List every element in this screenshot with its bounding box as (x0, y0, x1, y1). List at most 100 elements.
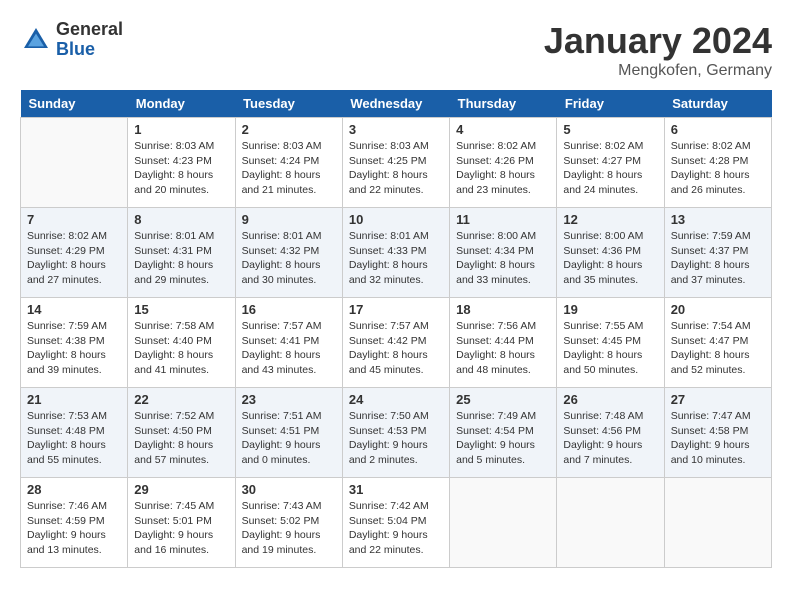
calendar-cell: 24 Sunrise: 7:50 AM Sunset: 4:53 PM Dayli… (342, 388, 449, 478)
cell-info: Sunrise: 7:57 AM Sunset: 4:41 PM Dayligh… (242, 319, 336, 378)
day-number: 21 (27, 392, 121, 407)
day-number: 23 (242, 392, 336, 407)
cell-info: Sunrise: 7:49 AM Sunset: 4:54 PM Dayligh… (456, 409, 550, 468)
cell-info: Sunrise: 7:43 AM Sunset: 5:02 PM Dayligh… (242, 499, 336, 558)
col-header-sunday: Sunday (21, 90, 128, 118)
cell-info: Sunrise: 7:50 AM Sunset: 4:53 PM Dayligh… (349, 409, 443, 468)
day-number: 13 (671, 212, 765, 227)
cell-info: Sunrise: 8:00 AM Sunset: 4:36 PM Dayligh… (563, 229, 657, 288)
day-number: 25 (456, 392, 550, 407)
day-number: 12 (563, 212, 657, 227)
day-number: 19 (563, 302, 657, 317)
logo-icon (20, 24, 52, 56)
col-header-tuesday: Tuesday (235, 90, 342, 118)
calendar-week-row: 7 Sunrise: 8:02 AM Sunset: 4:29 PM Daylig… (21, 208, 772, 298)
day-number: 15 (134, 302, 228, 317)
day-number: 6 (671, 122, 765, 137)
cell-info: Sunrise: 7:54 AM Sunset: 4:47 PM Dayligh… (671, 319, 765, 378)
calendar-cell: 11 Sunrise: 8:00 AM Sunset: 4:34 PM Dayli… (450, 208, 557, 298)
day-number: 16 (242, 302, 336, 317)
calendar-cell: 9Sunrise: 8:01 AM Sunset: 4:32 PM Daylig… (235, 208, 342, 298)
calendar-cell: 27Sunrise: 7:47 AM Sunset: 4:58 PM Dayli… (664, 388, 771, 478)
calendar-cell: 7 Sunrise: 8:02 AM Sunset: 4:29 PM Daylig… (21, 208, 128, 298)
calendar-cell: 21Sunrise: 7:53 AM Sunset: 4:48 PM Dayli… (21, 388, 128, 478)
page-header: General Blue January 2024 Mengkofen, Ger… (20, 20, 772, 80)
calendar-cell: 29Sunrise: 7:45 AM Sunset: 5:01 PM Dayli… (128, 478, 235, 568)
cell-info: Sunrise: 7:46 AM Sunset: 4:59 PM Dayligh… (27, 499, 121, 558)
cell-info: Sunrise: 7:55 AM Sunset: 4:45 PM Dayligh… (563, 319, 657, 378)
cell-info: Sunrise: 7:57 AM Sunset: 4:42 PM Dayligh… (349, 319, 443, 378)
cell-info: Sunrise: 8:00 AM Sunset: 4:34 PM Dayligh… (456, 229, 550, 288)
cell-info: Sunrise: 8:01 AM Sunset: 4:31 PM Dayligh… (134, 229, 228, 288)
calendar-cell: 4 Sunrise: 8:02 AM Sunset: 4:26 PM Daylig… (450, 118, 557, 208)
cell-info: Sunrise: 7:48 AM Sunset: 4:56 PM Dayligh… (563, 409, 657, 468)
logo: General Blue (20, 20, 123, 60)
day-number: 26 (563, 392, 657, 407)
day-number: 24 (349, 392, 443, 407)
calendar-cell (450, 478, 557, 568)
cell-info: Sunrise: 7:42 AM Sunset: 5:04 PM Dayligh… (349, 499, 443, 558)
month-title: January 2024 (544, 20, 772, 62)
calendar-cell: 8 Sunrise: 8:01 AM Sunset: 4:31 PM Daylig… (128, 208, 235, 298)
day-number: 20 (671, 302, 765, 317)
day-number: 29 (134, 482, 228, 497)
day-number: 27 (671, 392, 765, 407)
col-header-thursday: Thursday (450, 90, 557, 118)
cell-info: Sunrise: 8:01 AM Sunset: 4:33 PM Dayligh… (349, 229, 443, 288)
logo-blue-text: Blue (56, 40, 123, 60)
calendar-cell: 17 Sunrise: 7:57 AM Sunset: 4:42 PM Dayli… (342, 298, 449, 388)
day-number: 17 (349, 302, 443, 317)
calendar-cell: 19 Sunrise: 7:55 AM Sunset: 4:45 PM Dayli… (557, 298, 664, 388)
calendar-cell: 3 Sunrise: 8:03 AM Sunset: 4:25 PM Daylig… (342, 118, 449, 208)
calendar-cell: 1 Sunrise: 8:03 AM Sunset: 4:23 PM Daylig… (128, 118, 235, 208)
cell-info: Sunrise: 7:51 AM Sunset: 4:51 PM Dayligh… (242, 409, 336, 468)
col-header-monday: Monday (128, 90, 235, 118)
calendar-cell: 5Sunrise: 8:02 AM Sunset: 4:27 PM Daylig… (557, 118, 664, 208)
calendar-cell: 12 Sunrise: 8:00 AM Sunset: 4:36 PM Dayli… (557, 208, 664, 298)
col-header-wednesday: Wednesday (342, 90, 449, 118)
day-number: 4 (456, 122, 550, 137)
calendar-header-row: SundayMondayTuesdayWednesdayThursdayFrid… (21, 90, 772, 118)
day-number: 11 (456, 212, 550, 227)
calendar-cell (557, 478, 664, 568)
calendar-cell: 10Sunrise: 8:01 AM Sunset: 4:33 PM Dayli… (342, 208, 449, 298)
location-title: Mengkofen, Germany (544, 62, 772, 80)
day-number: 9 (242, 212, 336, 227)
day-number: 14 (27, 302, 121, 317)
day-number: 8 (134, 212, 228, 227)
col-header-saturday: Saturday (664, 90, 771, 118)
day-number: 2 (242, 122, 336, 137)
day-number: 30 (242, 482, 336, 497)
title-area: January 2024 Mengkofen, Germany (544, 20, 772, 80)
day-number: 3 (349, 122, 443, 137)
day-number: 31 (349, 482, 443, 497)
cell-info: Sunrise: 8:03 AM Sunset: 4:24 PM Dayligh… (242, 139, 336, 198)
day-number: 1 (134, 122, 228, 137)
calendar-cell: 16 Sunrise: 7:57 AM Sunset: 4:41 PM Dayli… (235, 298, 342, 388)
cell-info: Sunrise: 7:56 AM Sunset: 4:44 PM Dayligh… (456, 319, 550, 378)
day-number: 22 (134, 392, 228, 407)
cell-info: Sunrise: 8:03 AM Sunset: 4:23 PM Dayligh… (134, 139, 228, 198)
calendar-cell: 14Sunrise: 7:59 AM Sunset: 4:38 PM Dayli… (21, 298, 128, 388)
calendar-week-row: 28 Sunrise: 7:46 AM Sunset: 4:59 PM Dayli… (21, 478, 772, 568)
cell-info: Sunrise: 8:02 AM Sunset: 4:29 PM Dayligh… (27, 229, 121, 288)
calendar-cell (21, 118, 128, 208)
cell-info: Sunrise: 8:03 AM Sunset: 4:25 PM Dayligh… (349, 139, 443, 198)
calendar-table: SundayMondayTuesdayWednesdayThursdayFrid… (20, 90, 772, 568)
calendar-week-row: 1 Sunrise: 8:03 AM Sunset: 4:23 PM Daylig… (21, 118, 772, 208)
calendar-week-row: 21Sunrise: 7:53 AM Sunset: 4:48 PM Dayli… (21, 388, 772, 478)
calendar-cell: 31 Sunrise: 7:42 AM Sunset: 5:04 PM Dayli… (342, 478, 449, 568)
calendar-cell: 13Sunrise: 7:59 AM Sunset: 4:37 PM Dayli… (664, 208, 771, 298)
calendar-week-row: 14Sunrise: 7:59 AM Sunset: 4:38 PM Dayli… (21, 298, 772, 388)
day-number: 5 (563, 122, 657, 137)
day-number: 18 (456, 302, 550, 317)
cell-info: Sunrise: 8:02 AM Sunset: 4:26 PM Dayligh… (456, 139, 550, 198)
calendar-cell: 22 Sunrise: 7:52 AM Sunset: 4:50 PM Dayli… (128, 388, 235, 478)
calendar-cell: 2 Sunrise: 8:03 AM Sunset: 4:24 PM Daylig… (235, 118, 342, 208)
day-number: 7 (27, 212, 121, 227)
day-number: 28 (27, 482, 121, 497)
calendar-cell: 30 Sunrise: 7:43 AM Sunset: 5:02 PM Dayli… (235, 478, 342, 568)
calendar-cell: 28 Sunrise: 7:46 AM Sunset: 4:59 PM Dayli… (21, 478, 128, 568)
cell-info: Sunrise: 7:52 AM Sunset: 4:50 PM Dayligh… (134, 409, 228, 468)
cell-info: Sunrise: 7:58 AM Sunset: 4:40 PM Dayligh… (134, 319, 228, 378)
